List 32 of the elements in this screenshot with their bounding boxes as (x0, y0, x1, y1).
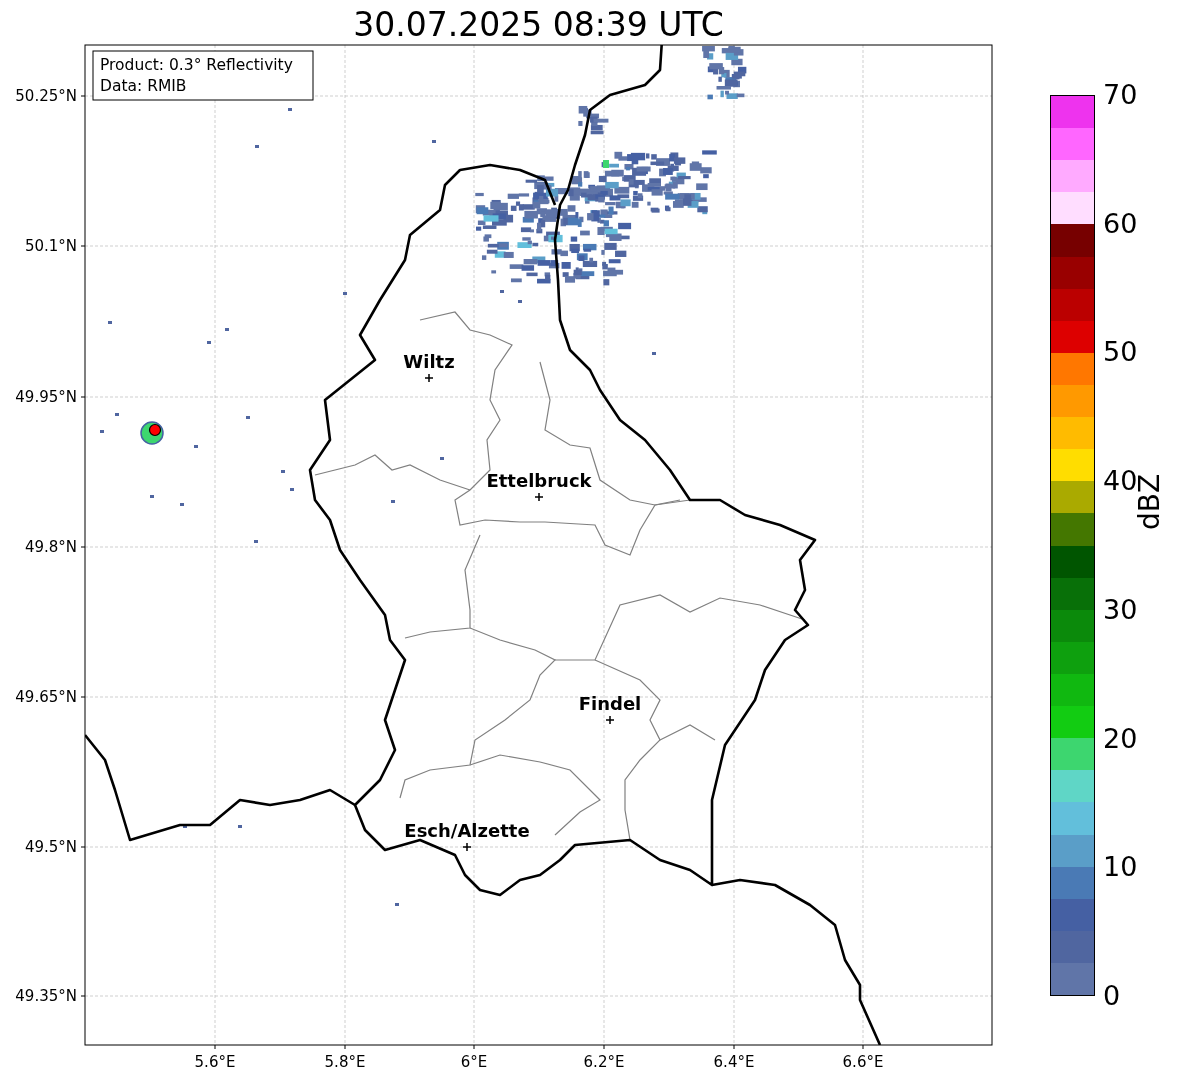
city-marker (462, 842, 472, 852)
map-title: 30.07.2025 08:39 UTC (353, 5, 724, 44)
radar-site-marker (140, 421, 164, 445)
latitude-label: 50.1°N (24, 237, 77, 255)
latitude-label: 49.35°N (15, 987, 77, 1005)
longitude-label: 6.6°E (842, 1053, 884, 1071)
latitude-label: 49.65°N (15, 688, 77, 706)
longitude-label: 6.4°E (713, 1053, 755, 1071)
colorbar-tick-label: 70 (1103, 81, 1138, 109)
latitude-label: 49.5°N (24, 838, 77, 856)
latitude-label: 49.95°N (15, 388, 77, 406)
latitude-label: 50.25°N (15, 87, 77, 105)
city-marker (424, 373, 434, 383)
colorbar-tick-label: 10 (1103, 853, 1138, 882)
longitude-label: 5.6°E (194, 1053, 236, 1071)
colorbar-tick-label: 20 (1103, 724, 1138, 753)
info-text: Product: 0.3° Reflectivity (100, 56, 293, 74)
info-text: Data: RMIB (100, 77, 187, 95)
city-marker (534, 492, 544, 502)
city-label: Findel (578, 693, 642, 714)
latitude-label: 49.8°N (24, 538, 77, 556)
longitude-label: 6.2°E (583, 1053, 625, 1071)
city-marker (605, 715, 615, 725)
colorbar-tick-label: 30 (1103, 595, 1138, 624)
city-label: Wiltz (403, 351, 455, 372)
city-label: Ettelbruck (486, 470, 592, 491)
longitude-label: 5.8°E (324, 1053, 366, 1071)
colorbar-tick-label: 60 (1103, 209, 1138, 238)
city-label: Esch/Alzette (404, 820, 530, 841)
colorbar-tick-label: 50 (1103, 338, 1138, 367)
colorbar-tick-label: 0 (1103, 982, 1121, 1010)
longitude-label: 6°E (460, 1053, 488, 1071)
